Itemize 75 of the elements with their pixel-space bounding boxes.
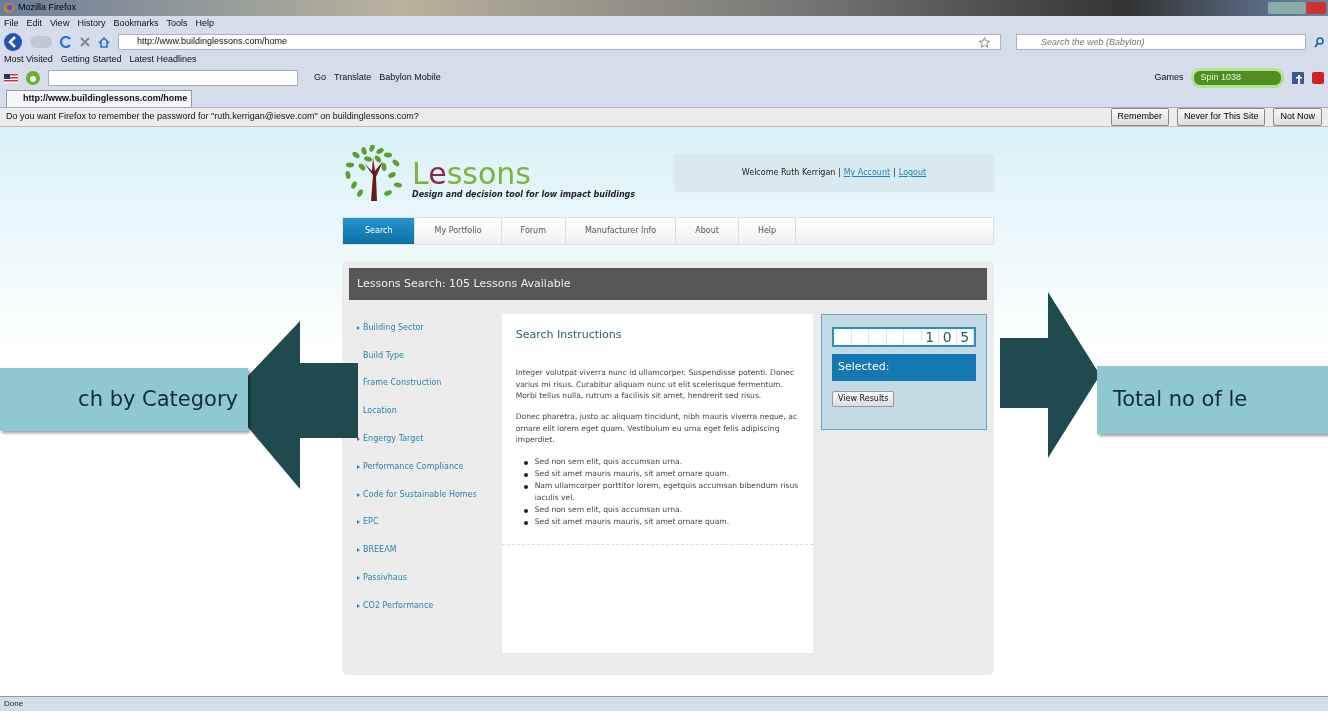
menu-item[interactable]: File [4,17,19,31]
browser-tab[interactable]: http://www.buildinglessons.com/home [6,90,193,107]
bullet-icon [523,509,528,514]
category-link[interactable]: Frame Construction [363,377,442,390]
search-icon[interactable] [1314,36,1324,48]
circle-logo-icon[interactable] [26,71,40,85]
menu-item[interactable]: History [77,17,106,31]
toolbar-search-field[interactable] [48,70,298,86]
category-link[interactable]: Building Sector [363,321,424,334]
counter-digit: 0 [942,328,952,346]
games-button[interactable]: Games [1154,71,1184,85]
tree-logo-icon [342,145,404,201]
nav-tab[interactable]: My Portfolio [415,218,502,244]
bullet-icon [523,472,528,477]
category-link[interactable]: Performance Compliance [363,460,464,473]
bookmark-link[interactable]: Getting Started [60,53,122,67]
separator-text: | [893,167,896,179]
search-field[interactable]: Search the web (Babylon) [1016,34,1306,50]
go-button[interactable]: Go [314,71,326,85]
translate-button[interactable]: Translate [334,71,372,85]
tagline: Design and decision tool for low impact buildings [412,189,636,201]
home-icon[interactable] [98,36,110,48]
menu-item[interactable]: Tools [166,17,188,31]
stop-icon[interactable] [80,37,90,47]
status-text: Done [0,696,1328,711]
notification-button[interactable]: Remember [1110,108,1170,126]
bullet-icon [523,460,528,465]
category-link[interactable]: Build Type [363,349,404,362]
nav-tab[interactable]: Search [343,218,416,244]
category-link[interactable]: Location [363,405,397,418]
callout-label: Total no of le [1097,366,1328,434]
radio-station-field[interactable]: Spin 1038 [1191,68,1284,88]
bookmark-link[interactable]: Latest Headlines [129,53,197,67]
reload-icon[interactable] [60,36,72,48]
firefox-icon [4,3,14,13]
instructions-title: Search Instructions [515,328,623,342]
flag-icon[interactable] [4,73,18,83]
nav-tab[interactable]: Manufacturer Info [565,218,677,244]
counter-digit: 1 [925,328,935,346]
callout-label: ch by Category [0,368,248,431]
menu-item[interactable]: Bookmarks [113,17,159,31]
category-link[interactable]: CO2 Performance [363,599,434,612]
bullet-icon [523,484,528,489]
menu-item[interactable]: Help [195,17,214,31]
bullet-icon [523,521,528,526]
welcome-text: Welcome Ruth Kerrigan | [741,167,841,179]
nav-tab[interactable]: Forum [501,218,566,244]
category-link[interactable]: Code for Sustainable Homes [363,488,477,501]
notification-button[interactable]: Never for This Site [1177,108,1266,126]
counter-digit: 5 [960,328,970,346]
logo-text: Lessons [412,159,531,189]
notification-button[interactable]: Not Now [1273,108,1322,126]
menu-item[interactable]: View [50,17,70,31]
category-link[interactable]: Passivhaus [363,572,407,585]
category-link[interactable]: BREEAM [363,544,397,557]
account-link[interactable]: Logout [898,167,927,179]
star-icon[interactable] [979,36,990,48]
view-results-button[interactable]: View Results [832,391,895,408]
notification-message: Do you want Firefox to remember the password for "ruth.kerrigan@iesve.com" on buildinglessons.com? [6,110,419,124]
selected-heading: Selected: [832,354,976,381]
account-link[interactable]: My Account [843,167,891,179]
nav-tab[interactable]: About [676,218,739,244]
window-title: Mozilla Firefox [18,1,76,15]
social-square-icon[interactable] [1292,72,1304,84]
back-button[interactable] [4,33,22,51]
nav-tab[interactable]: Help [738,218,797,244]
bookmark-link[interactable]: Most Visited [4,53,53,67]
address-bar[interactable]: http://www.buildinglessons.com/home [118,34,1001,50]
menu-item[interactable]: Edit [26,17,43,31]
category-link[interactable]: EPC [363,516,379,529]
panel-title: Lessons Search: 105 Lessons Available [349,268,987,300]
mobile-link[interactable]: Babylon Mobile [379,71,441,85]
video-icon[interactable] [1312,72,1324,84]
window-controls-icon[interactable] [1268,2,1326,14]
category-link[interactable]: Engergy Target [363,433,424,446]
